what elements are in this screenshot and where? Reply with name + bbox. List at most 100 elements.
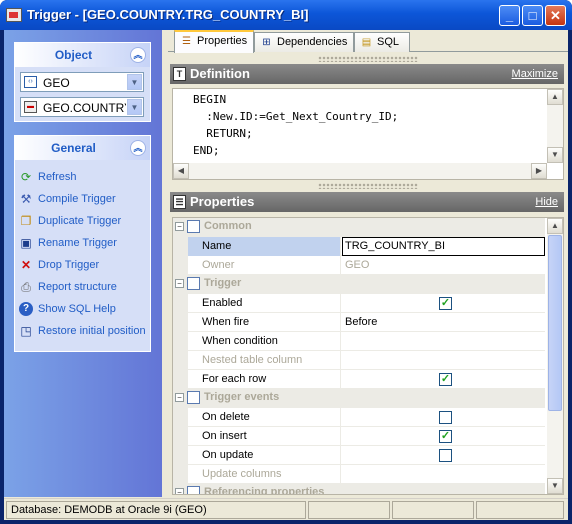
property-category-row[interactable]: − Referencing properties bbox=[173, 484, 545, 494]
row-gutter bbox=[173, 351, 188, 370]
checkbox-checked[interactable]: ✓ bbox=[439, 373, 452, 386]
refresh-icon: ⟳ bbox=[20, 170, 32, 184]
sql-code-editor[interactable]: BEGIN :New.ID:=Get_Next_Country_ID; RETU… bbox=[172, 88, 564, 180]
rename-trigger-action[interactable]: ▣ Rename Trigger bbox=[19, 232, 149, 254]
checkbox-checked[interactable]: ✓ bbox=[439, 297, 452, 310]
collapse-chevron-icon[interactable]: ︽ bbox=[130, 47, 146, 63]
collapse-toggle-icon[interactable]: − bbox=[175, 222, 184, 231]
properties-icon: ☰ bbox=[182, 36, 191, 47]
category-icon bbox=[187, 486, 200, 494]
property-category-row[interactable]: − Trigger events bbox=[173, 389, 545, 408]
scroll-down-icon[interactable]: ▼ bbox=[547, 478, 563, 494]
property-row[interactable]: On insert ✓ bbox=[173, 427, 545, 446]
drop-trigger-action[interactable]: ✕ Drop Trigger bbox=[19, 254, 149, 276]
splitter-grip[interactable] bbox=[318, 183, 418, 189]
tab-properties[interactable]: ☰ Properties bbox=[174, 30, 254, 53]
general-group-header[interactable]: General ︽ bbox=[15, 136, 150, 160]
report-icon: ⎙ bbox=[21, 280, 31, 294]
object-select[interactable]: ▬ GEO.COUNTRY.TRG_COUNTRY_BI ▼ bbox=[20, 97, 144, 117]
tab-dependencies[interactable]: ⊞ Dependencies bbox=[254, 32, 354, 52]
action-label: Refresh bbox=[38, 171, 77, 183]
property-value bbox=[342, 465, 545, 484]
property-row[interactable]: Name TRG_COUNTRY_BI bbox=[173, 237, 545, 256]
property-category-row[interactable]: − Common bbox=[173, 218, 545, 237]
maximize-button[interactable]: □ bbox=[522, 5, 543, 26]
collapse-chevron-icon[interactable]: ︽ bbox=[130, 140, 146, 156]
action-label: Report structure bbox=[38, 281, 117, 293]
collapse-toggle-icon[interactable]: − bbox=[175, 488, 184, 494]
compile-trigger-action[interactable]: ⚒ Compile Trigger bbox=[19, 188, 149, 210]
property-value[interactable] bbox=[342, 332, 545, 351]
scroll-left-icon[interactable]: ◀ bbox=[173, 163, 189, 179]
properties-section-icon: ☰ bbox=[173, 195, 186, 209]
tab-label: Dependencies bbox=[277, 36, 348, 48]
restore-icon: ◳ bbox=[20, 324, 32, 338]
property-row[interactable]: Owner GEO bbox=[173, 256, 545, 275]
chevron-down-icon[interactable]: ▼ bbox=[127, 99, 142, 115]
collapse-toggle-icon[interactable]: − bbox=[175, 279, 184, 288]
category-label: Trigger events bbox=[204, 391, 280, 403]
property-row[interactable]: For each row ✓ bbox=[173, 370, 545, 389]
property-value[interactable]: ✓ bbox=[342, 294, 545, 313]
action-label: Duplicate Trigger bbox=[38, 215, 122, 227]
collapse-toggle-icon[interactable]: − bbox=[175, 393, 184, 402]
show-sql-help-action[interactable]: ? Show SQL Help bbox=[19, 298, 149, 320]
compile-icon: ⚒ bbox=[20, 192, 32, 206]
trigger-icon: ▬ bbox=[24, 101, 37, 113]
restore-initial-position-action[interactable]: ◳ Restore initial position bbox=[19, 320, 149, 342]
status-panel-4 bbox=[476, 501, 564, 519]
object-group-header[interactable]: Object ︽ bbox=[15, 43, 150, 67]
sql-icon: ▤ bbox=[361, 37, 372, 48]
navigation-pane: Object ︽ ‹› GEO ▼ ▬ GEO.COUNTRY.TRG_COUN… bbox=[4, 30, 162, 497]
property-row[interactable]: Enabled ✓ bbox=[173, 294, 545, 313]
property-value[interactable] bbox=[342, 408, 545, 427]
checkbox-checked[interactable]: ✓ bbox=[439, 430, 452, 443]
property-row[interactable]: On update bbox=[173, 446, 545, 465]
maximize-icon: □ bbox=[528, 8, 537, 23]
object-group-title: Object bbox=[54, 48, 93, 62]
property-row[interactable]: On delete bbox=[173, 408, 545, 427]
property-value-editor[interactable]: TRG_COUNTRY_BI bbox=[342, 237, 545, 256]
schema-select[interactable]: ‹› GEO ▼ bbox=[20, 72, 144, 92]
scroll-down-icon[interactable]: ▼ bbox=[547, 147, 563, 163]
duplicate-trigger-action[interactable]: ❐ Duplicate Trigger bbox=[19, 210, 149, 232]
drop-icon: ✕ bbox=[20, 258, 32, 272]
rename-icon: ▣ bbox=[20, 236, 32, 250]
tab-label: Properties bbox=[197, 35, 248, 47]
editor-vertical-scrollbar[interactable]: ▲ ▼ bbox=[547, 89, 563, 163]
close-button[interactable]: ✕ bbox=[545, 5, 566, 26]
grid-vertical-scrollbar[interactable]: ▲ ▼ bbox=[547, 218, 563, 494]
property-value bbox=[342, 351, 545, 370]
property-name: On delete bbox=[188, 408, 341, 427]
dependencies-icon: ⊞ bbox=[262, 37, 271, 48]
property-row[interactable]: Nested table column bbox=[173, 351, 545, 370]
property-value[interactable]: ✓ bbox=[342, 370, 545, 389]
category-icon bbox=[187, 277, 200, 290]
minimize-button[interactable]: _ bbox=[499, 5, 520, 26]
property-value[interactable]: Before bbox=[342, 313, 545, 332]
maximize-link[interactable]: Maximize bbox=[512, 64, 558, 84]
property-row[interactable]: When condition bbox=[173, 332, 545, 351]
row-gutter bbox=[173, 237, 188, 256]
scroll-right-icon[interactable]: ▶ bbox=[531, 163, 547, 179]
checkbox-unchecked[interactable] bbox=[439, 449, 452, 462]
close-icon: ✕ bbox=[550, 8, 561, 23]
refresh-action[interactable]: ⟳ Refresh bbox=[19, 166, 149, 188]
tab-sql[interactable]: ▤ SQL bbox=[354, 32, 410, 52]
property-row[interactable]: Update columns bbox=[173, 465, 545, 484]
property-row[interactable]: When fire Before bbox=[173, 313, 545, 332]
scroll-up-icon[interactable]: ▲ bbox=[547, 218, 563, 234]
scroll-up-icon[interactable]: ▲ bbox=[547, 89, 563, 105]
property-value[interactable]: ✓ bbox=[342, 427, 545, 446]
editor-horizontal-scrollbar[interactable]: ◀ ▶ bbox=[173, 163, 547, 179]
splitter-grip[interactable] bbox=[318, 56, 418, 62]
property-value[interactable] bbox=[342, 446, 545, 465]
row-gutter bbox=[173, 294, 188, 313]
property-category-row[interactable]: − Trigger bbox=[173, 275, 545, 294]
title-bar[interactable]: Trigger - [GEO.COUNTRY.TRG_COUNTRY_BI] _… bbox=[0, 0, 572, 30]
report-structure-action[interactable]: ⎙ Report structure bbox=[19, 276, 149, 298]
checkbox-unchecked[interactable] bbox=[439, 411, 452, 424]
chevron-down-icon[interactable]: ▼ bbox=[127, 74, 142, 90]
scroll-thumb[interactable] bbox=[548, 235, 562, 411]
hide-link[interactable]: Hide bbox=[535, 192, 558, 212]
